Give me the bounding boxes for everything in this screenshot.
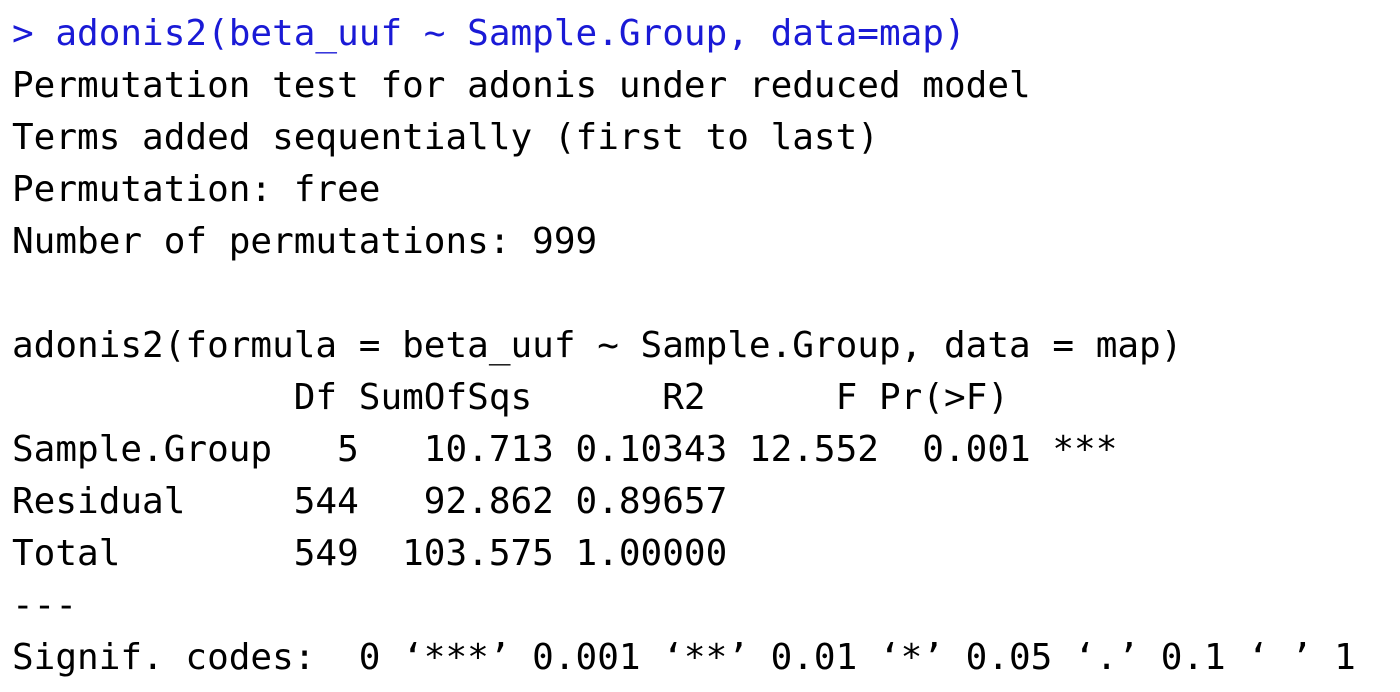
table-row: Sample.Group 5 10.713 0.10343 12.552 0.0… <box>12 429 1118 470</box>
r-console-output: > adonis2(beta_uuf ~ Sample.Group, data=… <box>12 8 1392 684</box>
output-line-terms-added: Terms added sequentially (first to last) <box>12 117 879 158</box>
table-row: Total 549 103.575 1.00000 <box>12 533 1118 574</box>
signif-codes-line: Signif. codes: 0 ‘***’ 0.001 ‘**’ 0.01 ‘… <box>12 637 1356 678</box>
output-line-number-of-permutations: Number of permutations: 999 <box>12 221 598 262</box>
output-line-permutation-type: Permutation: free <box>12 169 381 210</box>
table-row: Residual 544 92.862 0.89657 <box>12 481 1118 522</box>
separator-line: --- <box>12 585 78 626</box>
table-header: Df SumOfSqs R2 F Pr(>F) <box>12 377 1096 418</box>
command-line[interactable]: > adonis2(beta_uuf ~ Sample.Group, data=… <box>12 8 1392 60</box>
formula-line: adonis2(formula = beta_uuf ~ Sample.Grou… <box>12 325 1183 366</box>
output-line-permutation-test: Permutation test for adonis under reduce… <box>12 65 1031 106</box>
